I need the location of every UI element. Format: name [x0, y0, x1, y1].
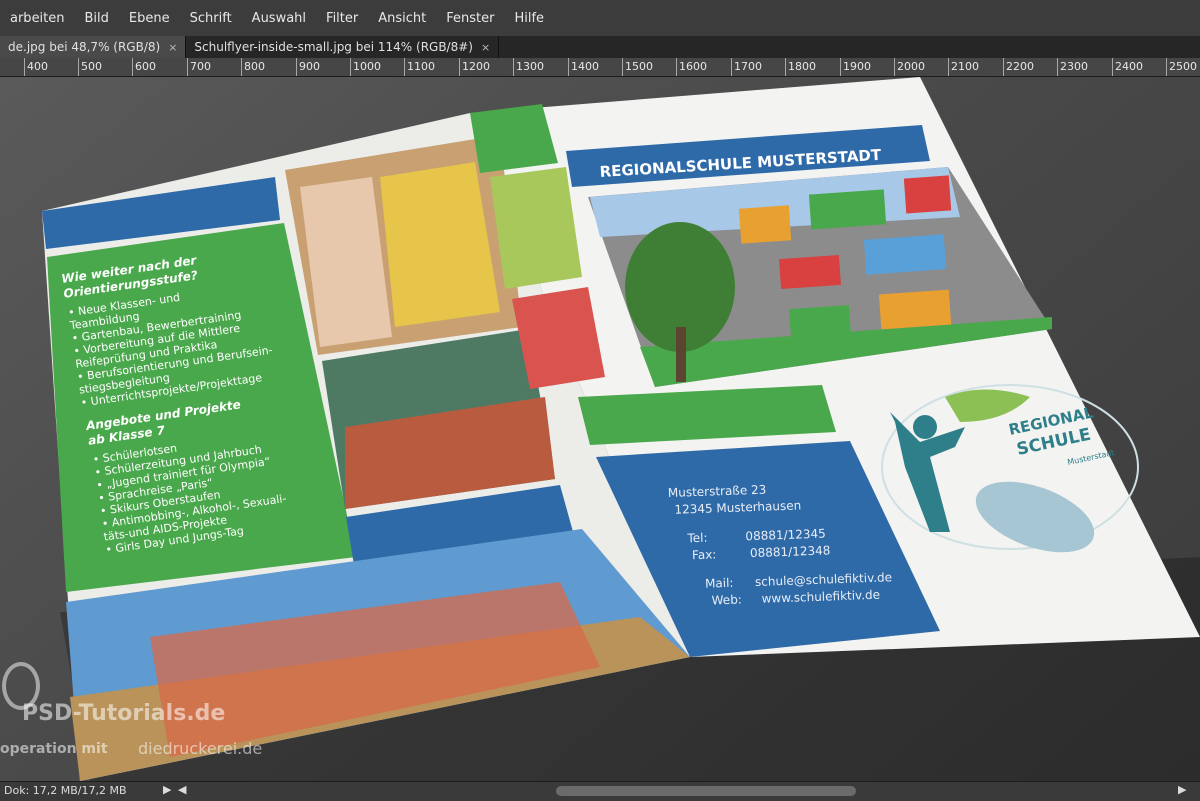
ruler-label: 900: [299, 60, 320, 73]
tab-label: de.jpg bei 48,7% (RGB/8): [8, 40, 161, 54]
menu-item-ansicht[interactable]: Ansicht: [368, 11, 436, 26]
watermark-cooperation: operation mit: [0, 741, 108, 757]
ruler-label: 1200: [462, 60, 490, 73]
fax-value: 08881/12348: [750, 543, 831, 560]
ruler-label: 600: [135, 60, 156, 73]
ruler-label: 2000: [897, 60, 925, 73]
document-size-info[interactable]: Dok: 17,2 MB/17,2 MB: [4, 784, 127, 797]
web-label: Web:: [711, 592, 742, 607]
ruler-label: 1600: [679, 60, 707, 73]
flyer-mockup: REGIONALSCHULE MUSTERSTADT Wie weiter na…: [42, 77, 1200, 781]
menu-item-filter[interactable]: Filter: [316, 11, 368, 26]
ruler-label: 800: [244, 60, 265, 73]
light-green-block: [490, 167, 582, 289]
ruler-label: 1100: [407, 60, 435, 73]
horizontal-scrollbar-thumb[interactable]: [556, 786, 856, 796]
menu-item-auswahl[interactable]: Auswahl: [242, 11, 316, 26]
ruler-label: 1300: [516, 60, 544, 73]
menu-item-bild[interactable]: Bild: [75, 11, 119, 26]
ruler-label: 2100: [951, 60, 979, 73]
document-tabs: de.jpg bei 48,7% (RGB/8) × Schulflyer-ins…: [0, 36, 1200, 58]
scroll-left-arrow-icon[interactable]: ◀: [178, 783, 186, 796]
menu-item-schrift[interactable]: Schrift: [180, 11, 242, 26]
watermark-partner: diedruckerei.de: [138, 739, 263, 758]
ruler-label: 500: [81, 60, 102, 73]
tab-document-2[interactable]: Schulflyer-inside-small.jpg bei 114% (RG…: [186, 36, 500, 58]
document-canvas[interactable]: REGIONALSCHULE MUSTERSTADT Wie weiter na…: [0, 77, 1200, 781]
menu-item-hilfe[interactable]: Hilfe: [504, 11, 554, 26]
tab-document-1[interactable]: de.jpg bei 48,7% (RGB/8) ×: [0, 36, 187, 58]
menu-bar: arbeiten Bild Ebene Schrift Auswahl Filt…: [0, 0, 1200, 36]
tel-value: 08881/12345: [745, 527, 826, 544]
ruler-label: 1500: [625, 60, 653, 73]
ruler-label: 1400: [571, 60, 599, 73]
ruler-label: 1700: [734, 60, 762, 73]
ruler-label: 2300: [1060, 60, 1088, 73]
tab-label: Schulflyer-inside-small.jpg bei 114% (RG…: [194, 40, 473, 54]
ruler-label: 1800: [788, 60, 816, 73]
watermark-title: PSD-Tutorials.de: [22, 701, 226, 726]
menu-item-fenster[interactable]: Fenster: [436, 11, 504, 26]
status-menu-arrow-icon[interactable]: ▶: [163, 783, 171, 796]
menu-item-arbeiten[interactable]: arbeiten: [0, 11, 75, 26]
close-icon[interactable]: ×: [168, 41, 177, 54]
tel-label: Tel:: [686, 531, 708, 546]
ruler-label: 700: [190, 60, 211, 73]
menu-item-ebene[interactable]: Ebene: [119, 11, 180, 26]
close-icon[interactable]: ×: [481, 41, 490, 54]
ruler-label: 1900: [843, 60, 871, 73]
ruler-label: 2200: [1006, 60, 1034, 73]
fax-label: Fax:: [692, 547, 717, 562]
ruler-label: 1000: [353, 60, 381, 73]
horizontal-ruler[interactable]: 400 500 600 700 800 900 1000 1100 1200 1…: [0, 58, 1200, 77]
scroll-right-arrow-icon[interactable]: ▶: [1178, 783, 1186, 796]
ruler-label: 2400: [1115, 60, 1143, 73]
status-bar: Dok: 17,2 MB/17,2 MB ▶ ◀ ▶: [0, 781, 1200, 801]
mail-label: Mail:: [705, 576, 734, 591]
ruler-label: 2500: [1169, 60, 1197, 73]
ruler-label: 400: [27, 60, 48, 73]
green-block: [470, 104, 558, 173]
